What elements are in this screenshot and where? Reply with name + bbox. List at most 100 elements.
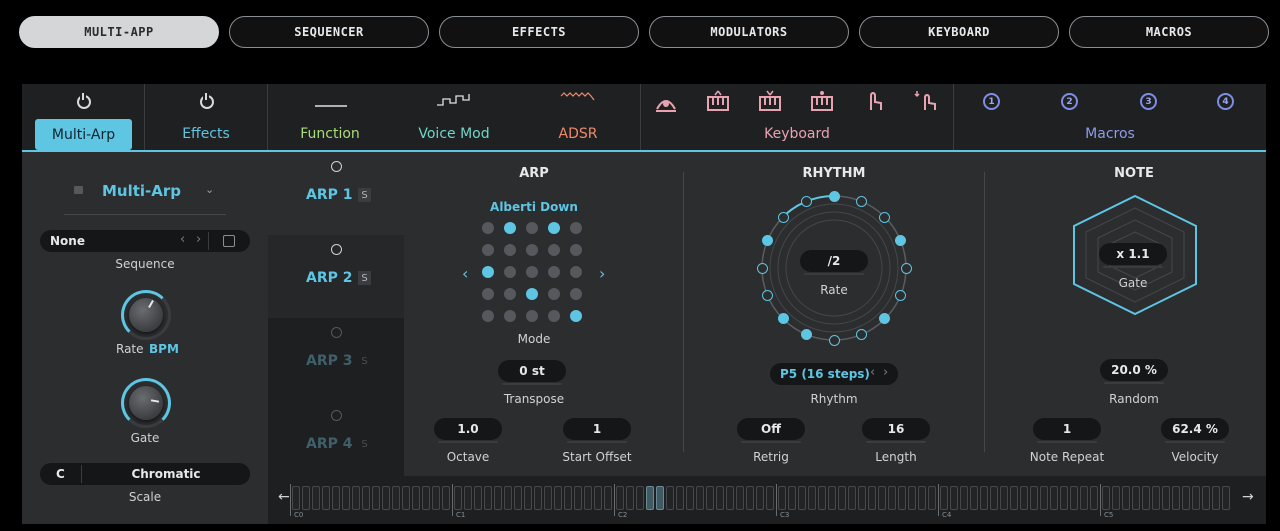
- macro-1-icon[interactable]: 1: [983, 93, 1000, 110]
- keyboard-key[interactable]: [474, 486, 482, 510]
- keyboard-key[interactable]: [696, 486, 704, 510]
- mode-grid-dot[interactable]: [526, 244, 538, 256]
- rhythm-step[interactable]: [828, 334, 840, 346]
- keyboard-key[interactable]: [544, 486, 552, 510]
- keyboard-key[interactable]: [766, 486, 774, 510]
- keyboard-key[interactable]: [838, 486, 846, 510]
- keyboard-key[interactable]: [1030, 486, 1038, 510]
- tab-multi-app[interactable]: MULTI-APP: [19, 16, 219, 48]
- rate-knob[interactable]: [121, 290, 171, 340]
- mode-grid-dot[interactable]: [570, 244, 582, 256]
- rhythm-step[interactable]: [761, 234, 773, 246]
- macro-3-icon[interactable]: 3: [1140, 93, 1157, 110]
- keyboard-key[interactable]: [524, 486, 532, 510]
- length-value[interactable]: 16: [862, 418, 930, 443]
- keyboard-key[interactable]: [676, 486, 684, 510]
- keyboard-key[interactable]: [312, 486, 320, 510]
- keyboard-key[interactable]: [1132, 486, 1140, 510]
- keyboard-key[interactable]: [302, 486, 310, 510]
- mode-grid[interactable]: [482, 222, 592, 332]
- keyboard-key[interactable]: [960, 486, 968, 510]
- arp-tab-1[interactable]: ARP 1 S: [268, 152, 404, 235]
- keyboard-key[interactable]: [656, 486, 664, 510]
- scale-mode[interactable]: Chromatic: [82, 467, 250, 481]
- keyboard-key[interactable]: [432, 486, 440, 510]
- keyboard-key[interactable]: [504, 486, 512, 510]
- mode-grid-dot[interactable]: [482, 310, 494, 322]
- solo-button[interactable]: S: [358, 437, 371, 451]
- header-macros[interactable]: 1 2 3 4 Macros: [954, 84, 1266, 150]
- keyboard-key[interactable]: [1142, 486, 1150, 510]
- arp-tab-2[interactable]: ARP 2 S: [268, 235, 404, 318]
- keyboard-key[interactable]: [362, 486, 370, 510]
- keyboard-key[interactable]: [908, 486, 916, 510]
- keyboard-key[interactable]: [534, 486, 542, 510]
- keyboard-key[interactable]: [1122, 486, 1130, 510]
- macro-4-icon[interactable]: 4: [1217, 93, 1234, 110]
- rhythm-step[interactable]: [761, 290, 773, 302]
- keyboard-key[interactable]: [1192, 486, 1200, 510]
- mode-grid-dot[interactable]: [526, 310, 538, 322]
- keyboard-key[interactable]: [332, 486, 340, 510]
- retrig-value[interactable]: Off: [737, 418, 805, 443]
- keyboard-key[interactable]: [950, 486, 958, 510]
- start-offset-value[interactable]: 1: [563, 418, 631, 443]
- save-icon[interactable]: [223, 235, 235, 247]
- mode-grid-dot[interactable]: [570, 310, 582, 322]
- keyboard-key[interactable]: [990, 486, 998, 510]
- keyboard-key[interactable]: [970, 486, 978, 510]
- keyboard-key[interactable]: [878, 486, 886, 510]
- keyboard-key[interactable]: [1222, 486, 1230, 510]
- keyboard-key[interactable]: [1152, 486, 1160, 510]
- keyboard-key[interactable]: [1080, 486, 1088, 510]
- keyboard-key[interactable]: [1010, 486, 1018, 510]
- note-repeat-value[interactable]: 1: [1033, 418, 1101, 443]
- mode-grid-dot[interactable]: [548, 288, 560, 300]
- keyboard-key[interactable]: [1060, 486, 1068, 510]
- rhythm-step[interactable]: [800, 195, 812, 207]
- gate-knob[interactable]: [121, 378, 171, 428]
- keyboard-key[interactable]: [756, 486, 764, 510]
- tab-keyboard[interactable]: KEYBOARD: [859, 16, 1059, 48]
- header-function[interactable]: Function: [268, 84, 392, 150]
- mode-grid-dot[interactable]: [526, 222, 538, 234]
- power-icon[interactable]: [331, 244, 342, 255]
- keyboard-key[interactable]: [868, 486, 876, 510]
- keyboard-key[interactable]: [726, 486, 734, 510]
- keyboard-key[interactable]: [1040, 486, 1048, 510]
- header-keyboard[interactable]: Keyboard: [641, 84, 953, 150]
- arrow-right-icon[interactable]: →: [1242, 489, 1254, 505]
- keyboard-key[interactable]: [554, 486, 562, 510]
- solo-button[interactable]: S: [358, 271, 371, 285]
- keyboard-key[interactable]: [564, 486, 572, 510]
- header-multi-arp[interactable]: Multi-Arp: [22, 84, 144, 150]
- keyboard-key[interactable]: [372, 486, 380, 510]
- solo-button[interactable]: S: [358, 354, 371, 368]
- power-icon[interactable]: [331, 161, 342, 172]
- keyboard-key[interactable]: [392, 486, 400, 510]
- note-gate-value[interactable]: x 1.1: [1099, 243, 1167, 268]
- tab-modulators[interactable]: MODULATORS: [649, 16, 849, 48]
- mode-grid-dot[interactable]: [482, 266, 494, 278]
- keyboard-key[interactable]: [442, 486, 450, 510]
- keyboard-key[interactable]: [746, 486, 754, 510]
- keyboard-key[interactable]: [626, 486, 634, 510]
- macro-2-icon[interactable]: 2: [1061, 93, 1078, 110]
- keyboard-key[interactable]: [412, 486, 420, 510]
- rhythm-step[interactable]: [777, 211, 789, 223]
- mode-grid-dot[interactable]: [548, 244, 560, 256]
- keyboard-key[interactable]: [706, 486, 714, 510]
- mode-grid-dot[interactable]: [526, 288, 538, 300]
- keyboard-key[interactable]: [818, 486, 826, 510]
- rhythm-rate-value[interactable]: /2: [800, 250, 868, 275]
- preset-name[interactable]: Multi-Arp: [102, 182, 181, 200]
- keyboard-key[interactable]: [888, 486, 896, 510]
- keyboard-key[interactable]: [928, 486, 936, 510]
- mode-grid-dot[interactable]: [570, 222, 582, 234]
- keyboard-key[interactable]: [584, 486, 592, 510]
- keyboard-key[interactable]: [686, 486, 694, 510]
- arp-tab-4[interactable]: ARP 4 S: [268, 401, 404, 484]
- keyboard-key[interactable]: [940, 486, 948, 510]
- rhythm-pattern-selector[interactable]: P5 (16 steps) ‹ ›: [770, 363, 898, 385]
- keyboard-key[interactable]: [808, 486, 816, 510]
